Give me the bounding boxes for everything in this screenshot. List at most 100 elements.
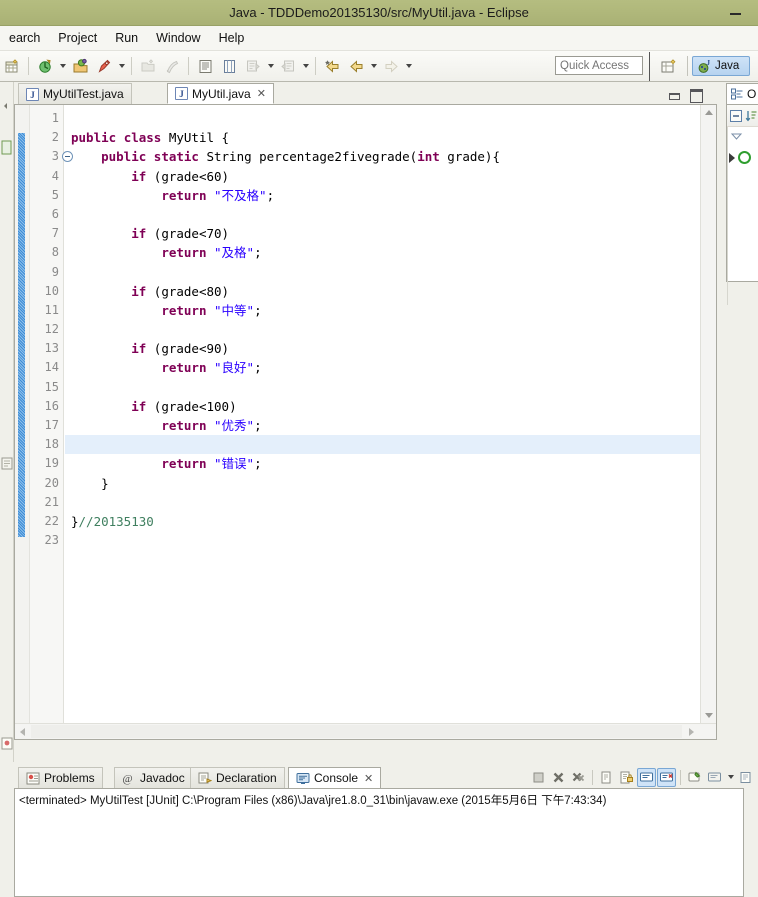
editor-vertical-scrollbar[interactable] [700,105,716,723]
outline-tree-item[interactable] [729,151,751,164]
line-number: 4 [51,168,59,183]
menu-item-window[interactable]: Window [147,29,209,47]
forward-dropdown-icon[interactable] [403,55,414,77]
tab-declaration[interactable]: Declaration [190,767,285,788]
perspective-java-button[interactable]: J Java [692,56,750,76]
javadoc-icon: @ [122,772,136,785]
scroll-up-icon[interactable] [701,105,716,120]
previous-annotation-dropdown-icon[interactable] [300,55,311,77]
line-number: 15 [44,379,59,394]
code-line[interactable]: return "及格"; [65,243,700,262]
code-line[interactable] [65,320,700,339]
code-line[interactable]: return "中等"; [65,301,700,320]
annotation-gutter[interactable] [15,105,30,723]
code-line[interactable]: if (grade<100) [65,397,700,416]
editor-minimize-button[interactable] [667,87,681,101]
close-icon[interactable]: ✕ [364,772,373,785]
external-tools-dropdown-icon[interactable] [116,55,127,77]
console-dropdown-icon[interactable] [725,766,736,788]
chevron-right-icon[interactable] [729,152,735,163]
code-line[interactable]: return "不及格"; [65,186,700,205]
pin-console-icon[interactable] [685,768,704,787]
trim-restore-icon[interactable] [1,100,13,112]
open-perspective-icon[interactable] [660,58,680,76]
code-line[interactable] [65,263,700,282]
code-token: "错误" [214,456,255,472]
back-dropdown-icon[interactable] [368,55,379,77]
open-task-icon[interactable] [218,55,240,77]
debug-icon[interactable] [34,55,56,77]
sort-icon[interactable] [745,109,757,123]
new-java-package-icon[interactable] [137,55,159,77]
editor-maximize-button[interactable] [689,87,703,103]
previous-annotation-icon[interactable] [277,55,299,77]
hscroll-thumb[interactable] [31,725,682,738]
scroll-right-icon[interactable] [684,724,699,739]
menu-item-help[interactable]: Help [210,29,254,47]
trim-package-explorer-icon[interactable] [1,139,13,159]
code-line[interactable]: return "良好"; [65,358,700,377]
code-line[interactable]: if (grade<80) [65,282,700,301]
view-menu-icon[interactable] [730,131,744,143]
trim-view-icon[interactable] [1,457,13,473]
scroll-left-icon[interactable] [15,724,30,739]
new-wizard-icon[interactable] [1,55,23,77]
code-line[interactable]: if (grade<60) [65,167,700,186]
code-line[interactable]: } [65,474,700,493]
code-line[interactable] [65,205,700,224]
show-console-on-error-icon[interactable] [657,767,676,787]
tab-problems[interactable]: Problems [18,767,103,788]
code-line[interactable] [65,531,700,550]
debug-dropdown-icon[interactable] [57,55,68,77]
scroll-down-icon[interactable] [701,708,716,723]
open-type-icon[interactable] [194,55,216,77]
remove-launch-icon[interactable] [549,768,568,787]
show-console-on-output-icon[interactable] [637,767,656,787]
close-icon[interactable]: ✕ [257,87,266,100]
back-icon[interactable] [345,55,367,77]
forward-icon[interactable] [380,55,402,77]
code-text[interactable]: public class MyUtil { public static Stri… [65,109,700,723]
code-line[interactable]: }//20135130 [65,512,700,531]
trim-problems-icon[interactable] [1,737,13,753]
code-line[interactable]: public class MyUtil { [65,128,700,147]
collapse-all-icon[interactable] [729,109,743,123]
tab-javadoc[interactable]: @ Javadoc [114,767,193,788]
code-line[interactable]: if (grade<70) [65,224,700,243]
open-console-icon[interactable] [737,768,756,787]
code-line[interactable] [65,378,700,397]
tab-console[interactable]: Console ✕ [288,767,382,788]
menu-item-project[interactable]: Project [49,29,106,47]
run-external-tools-icon[interactable] [93,55,115,77]
code-line[interactable]: if (grade<90) [65,339,700,358]
code-line[interactable] [65,493,700,512]
code-viewport[interactable]: 1 2 3 4 5 6 7 8 9 10 11 12 13 14 15 16 17 18 19 20 21 22 23 pu… [15,105,700,723]
editor-tab-myutiltest[interactable]: J MyUtilTest.java [18,83,132,104]
terminate-icon[interactable] [529,768,548,787]
next-annotation-icon[interactable] [242,55,264,77]
line-number: 18 [44,437,59,452]
console-output-area[interactable]: <terminated> MyUtilTest [JUnit] C:\Progr… [14,788,744,897]
menu-item-search[interactable]: earch [0,29,49,47]
code-line[interactable]: return "错误"; [65,454,700,473]
quick-access-input[interactable] [555,56,643,75]
back-star-icon[interactable] [321,55,343,77]
outline-tab[interactable]: O [726,83,758,104]
code-line[interactable]: public static String percentage2fivegrad… [65,147,700,166]
clear-console-icon[interactable] [597,768,616,787]
skip-breakpoints-icon[interactable] [161,55,183,77]
menu-item-run[interactable]: Run [106,29,147,47]
editor-frame: 1 2 3 4 5 6 7 8 9 10 11 12 13 14 15 16 17 18 19 20 21 22 23 pu… [14,104,717,740]
editor-tab-myutil[interactable]: J MyUtil.java ✕ [167,83,274,104]
display-selected-console-icon[interactable] [705,768,724,787]
editor-horizontal-scrollbar[interactable] [15,723,716,739]
code-line[interactable] [65,109,700,128]
window-minimize-button[interactable] [728,4,744,20]
run-icon[interactable] [69,55,91,77]
outline-view: O [722,82,758,305]
scroll-lock-icon[interactable] [617,768,636,787]
code-line[interactable]: return "优秀"; [65,416,700,435]
remove-all-launches-icon[interactable] [569,768,588,787]
code-line[interactable] [65,435,700,455]
next-annotation-dropdown-icon[interactable] [265,55,276,77]
